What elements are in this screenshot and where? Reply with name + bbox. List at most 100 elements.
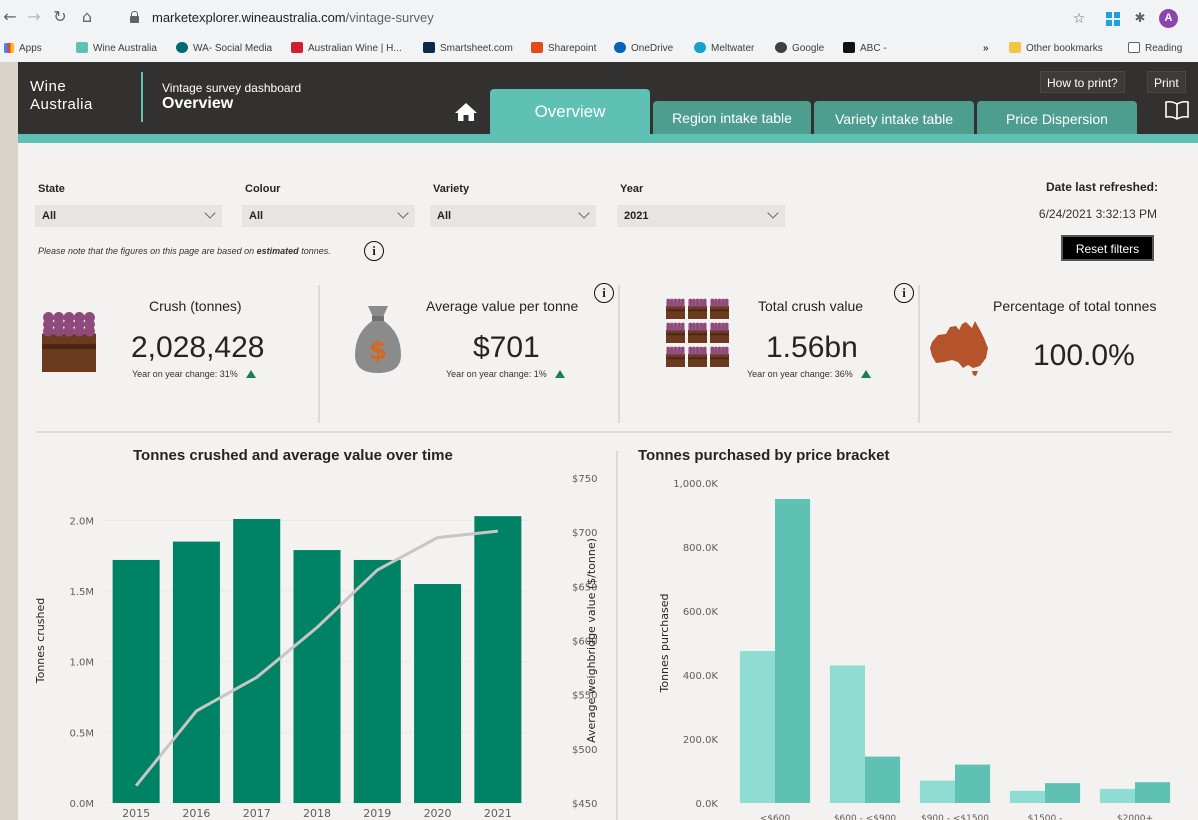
office-icon	[531, 42, 543, 53]
info-icon[interactable]: i	[594, 283, 614, 303]
money-bag-icon: $	[353, 303, 403, 375]
y2-axis-label: Average weighbridge value ($/tonne)	[585, 538, 598, 743]
variety-filter-label: Variety	[433, 183, 470, 195]
grape	[721, 327, 726, 332]
y2-tick-label: $750	[572, 474, 597, 485]
smartsheet-icon	[423, 42, 435, 53]
info-icon[interactable]: i	[894, 283, 914, 303]
reading-list[interactable]: Reading	[1128, 41, 1182, 57]
grape	[669, 303, 674, 308]
folder-icon	[1009, 42, 1021, 53]
kpi-percentage-title: Percentage of total tonnes	[993, 298, 1157, 314]
state-filter-select[interactable]: All	[35, 205, 222, 227]
y2-tick-label: $450	[572, 799, 597, 810]
reset-filters-button[interactable]: Reset filters	[1061, 235, 1154, 261]
bookmarks-overflow[interactable]: »	[983, 41, 989, 57]
tab-overview[interactable]: Overview	[490, 89, 650, 134]
extension-windows-icon[interactable]	[1104, 9, 1122, 29]
grape	[84, 325, 95, 337]
bar	[1045, 783, 1081, 803]
bookmark-smartsheet[interactable]: Smartsheet.com	[423, 41, 513, 57]
grape	[677, 303, 682, 308]
date-last-refreshed-label: Date last refreshed:	[1045, 180, 1158, 194]
grape	[688, 303, 693, 308]
back-icon[interactable]: ←	[0, 7, 20, 27]
grape	[717, 351, 722, 356]
home-icon[interactable]	[454, 102, 478, 122]
reload-icon[interactable]: ↻	[50, 7, 70, 27]
tab-region-intake-table[interactable]: Region intake table	[653, 101, 811, 134]
bookmark-google[interactable]: Google	[775, 41, 824, 57]
meltwater-icon	[694, 42, 706, 53]
puzzle-extensions-icon[interactable]: ✱	[1131, 9, 1149, 29]
bookmark-australian-wine[interactable]: Australian Wine | H...	[291, 41, 402, 57]
print-button[interactable]: Print	[1147, 71, 1186, 93]
crate-body	[710, 305, 729, 319]
grape	[688, 327, 693, 332]
crate-slat	[666, 357, 685, 360]
crate-body	[666, 305, 685, 319]
address-bar[interactable]: marketexplorer.wineaustralia.com/vintage…	[116, 5, 1066, 31]
x-tick-label: 2019	[363, 807, 391, 820]
y-tick-label: 1,000.0K	[673, 479, 718, 490]
chart-title-tonnes-crushed: Tonnes crushed and average value over ti…	[133, 447, 453, 464]
grape	[680, 327, 685, 332]
star-icon[interactable]: ☆	[1069, 9, 1089, 29]
grape	[673, 303, 678, 308]
kpi-crush-change: Year on year change: 31%	[132, 369, 256, 379]
kpi-total-value-title: Total crush value	[758, 298, 864, 314]
bookmarks-bar: Apps Wine Australia WA- Social Media Aus…	[0, 38, 1198, 60]
crate-body	[666, 329, 685, 343]
x-tick-label: $1500 -	[1028, 814, 1063, 820]
grape	[699, 327, 704, 332]
bar	[739, 651, 775, 803]
y2-tick-label: $700	[572, 528, 597, 539]
chart-tonnes-crushed-over-time: 0.0M0.5M1.0M1.5M2.0M$450$500$550$600$650…	[34, 474, 598, 820]
grape	[669, 351, 674, 356]
bookmark-wine-australia[interactable]: Wine Australia	[76, 41, 157, 57]
grape	[666, 351, 671, 356]
bookmark-onedrive[interactable]: OneDrive	[614, 41, 673, 57]
grape	[73, 325, 85, 337]
crate-slat	[666, 309, 685, 312]
up-arrow-icon	[554, 370, 565, 378]
bookmark-abc[interactable]: ABC -	[843, 41, 887, 57]
year-filter-select[interactable]: 2021	[617, 205, 785, 227]
logo-divider	[141, 72, 143, 122]
profile-avatar[interactable]: A	[1159, 9, 1178, 28]
how-to-print-button[interactable]: How to print?	[1040, 71, 1125, 93]
variety-filter-select[interactable]: All	[430, 205, 596, 227]
bar	[233, 518, 281, 803]
grape	[699, 351, 704, 356]
browser-chrome: ← → ↻ ⌂ marketexplorer.wineaustralia.com…	[0, 0, 1198, 62]
colour-filter-select[interactable]: All	[242, 205, 415, 227]
x-tick-label: $600 - <$900	[834, 814, 897, 820]
grape	[677, 327, 682, 332]
bar	[353, 559, 401, 803]
grape	[677, 351, 682, 356]
bookmark-meltwater[interactable]: Meltwater	[694, 41, 754, 57]
chevron-down-icon	[767, 207, 779, 219]
bookmark-sharepoint[interactable]: Sharepoint	[531, 41, 596, 57]
tab-variety-intake-table[interactable]: Variety intake table	[814, 101, 974, 134]
bar	[1009, 790, 1045, 803]
crate-slat	[688, 309, 707, 312]
kpi-total-value-value: 1.56bn	[766, 331, 858, 364]
home-browser-icon[interactable]: ⌂	[77, 7, 97, 27]
y-tick-label: 400.0K	[683, 671, 719, 682]
forward-icon[interactable]: →	[24, 7, 44, 27]
grape	[710, 351, 715, 356]
grape-crate-icon	[38, 308, 100, 372]
y-tick-label: 1.5M	[69, 587, 94, 598]
bar	[955, 764, 991, 803]
y-tick-label: 1.0M	[69, 658, 94, 669]
kpi-crush-title: Crush (tonnes)	[149, 298, 242, 314]
info-icon[interactable]: i	[364, 241, 384, 261]
bookmark-apps[interactable]: Apps	[4, 41, 42, 57]
bookmark-wa-social-media[interactable]: WA- Social Media	[176, 41, 272, 57]
y-tick-label: 0.5M	[69, 728, 94, 739]
tab-price-dispersion[interactable]: Price Dispersion	[977, 101, 1137, 134]
y-axis-label: Tonnes crushed	[34, 598, 47, 685]
other-bookmarks[interactable]: Other bookmarks	[1009, 41, 1103, 57]
book-icon[interactable]	[1164, 100, 1190, 120]
